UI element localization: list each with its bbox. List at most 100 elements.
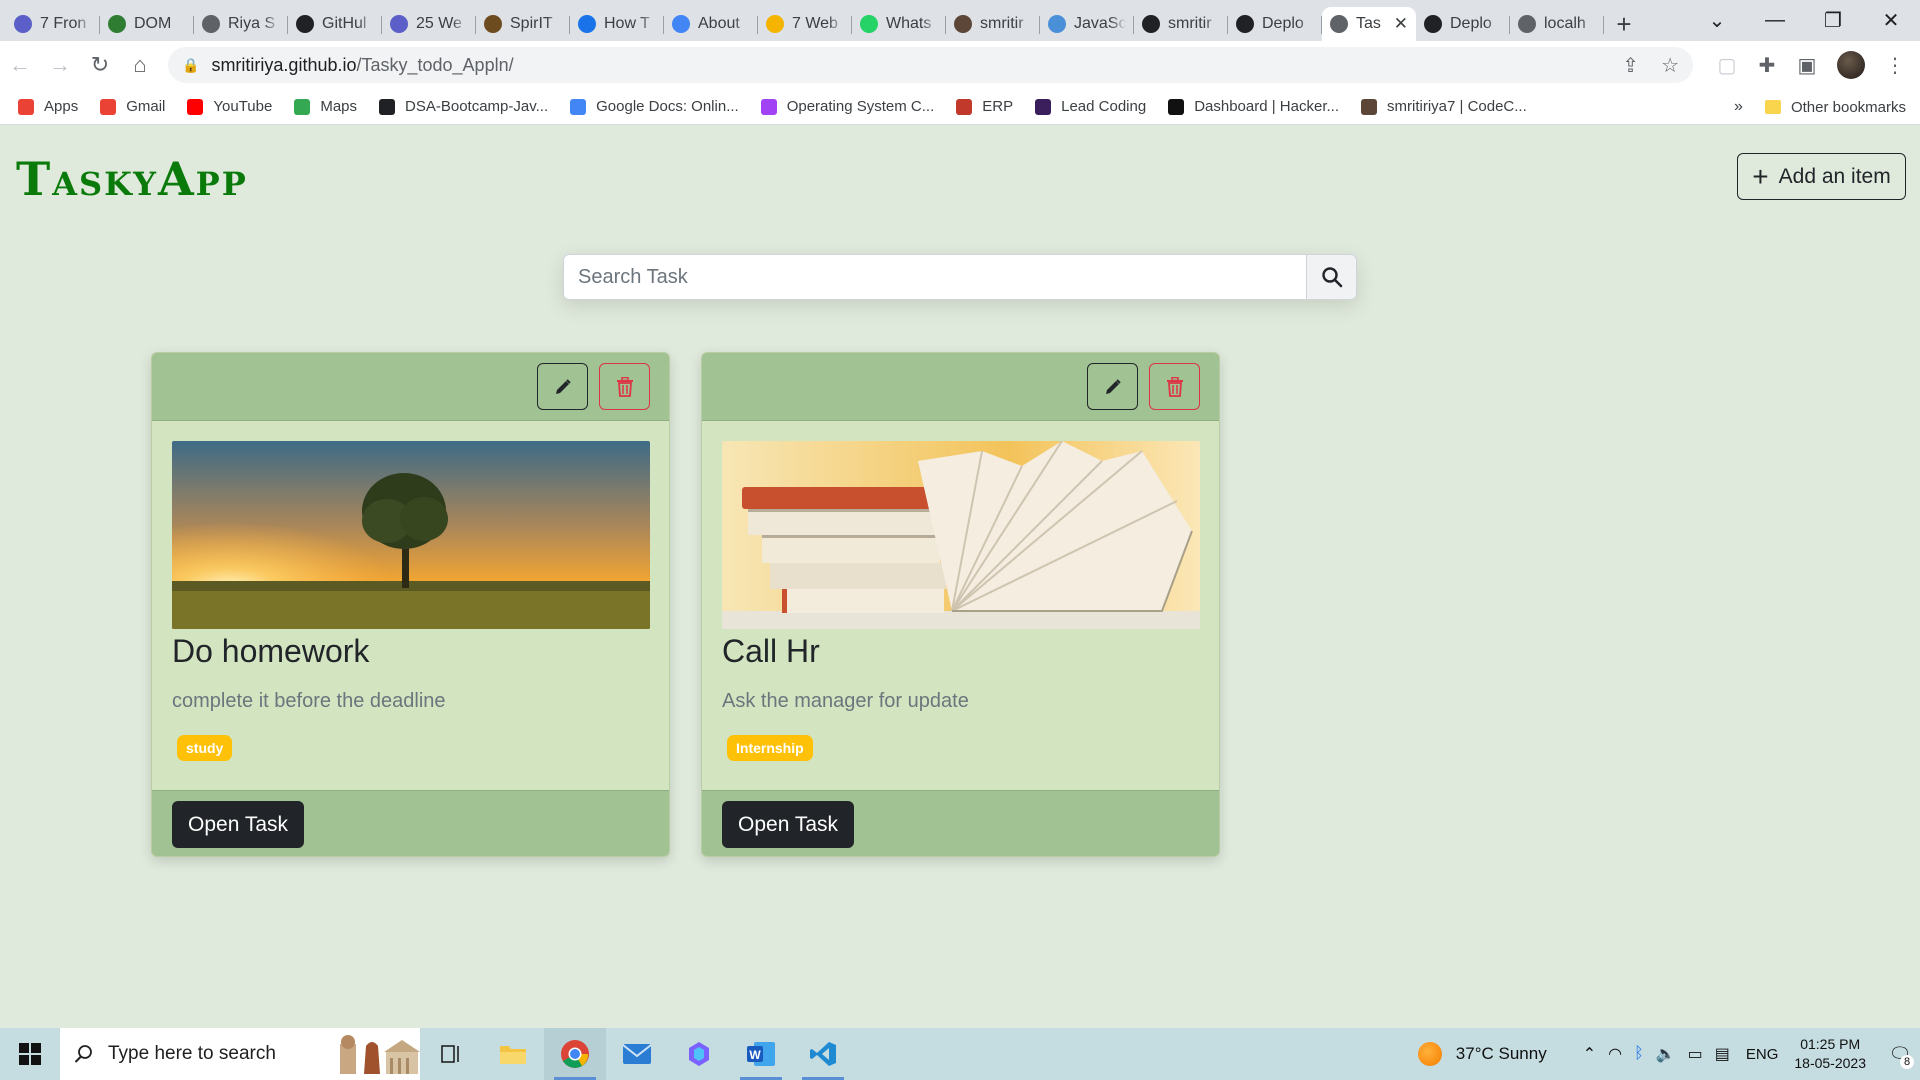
edit-button[interactable] (1087, 363, 1138, 410)
home-button[interactable]: ⌂ (120, 45, 160, 85)
browser-tab[interactable]: About (664, 7, 758, 41)
minimize-button[interactable]: — (1746, 9, 1804, 32)
more-bookmarks-icon[interactable]: » (1734, 98, 1743, 116)
browser-tab[interactable]: Riya S (194, 7, 288, 41)
browser-tab[interactable]: Tas ✕ (1322, 7, 1416, 41)
bookmark-item[interactable]: Maps (294, 98, 357, 115)
browser-tab[interactable]: JavaSc (1040, 7, 1134, 41)
tab-title: About (698, 15, 740, 32)
bookmark-item[interactable]: Operating System C... (760, 98, 934, 115)
browser-tab[interactable]: Whats (852, 7, 946, 41)
bookmark-item[interactable]: DSA-Bootcamp-Jav... (379, 98, 548, 115)
extension-icon[interactable]: ▢ (1707, 53, 1747, 78)
browser-tab[interactable]: GitHul (288, 7, 382, 41)
tab-title: JavaSc (1074, 15, 1126, 32)
close-window-button[interactable]: ✕ (1862, 8, 1920, 33)
tab-title: 7 Web (792, 15, 838, 32)
close-tab-icon[interactable]: ✕ (1394, 14, 1408, 34)
bookmark-item[interactable]: Gmail (100, 98, 165, 115)
tab-title: Deplo (1262, 15, 1304, 32)
task-view-icon[interactable] (420, 1028, 482, 1080)
bookmark-item[interactable]: YouTube (187, 98, 272, 115)
youtube-icon (187, 98, 204, 115)
delete-button[interactable] (599, 363, 650, 410)
search-button[interactable] (1306, 254, 1357, 300)
search-icon (74, 1045, 92, 1063)
word-icon[interactable]: W (730, 1028, 792, 1080)
other-bookmarks[interactable]: Other bookmarks (1764, 99, 1906, 116)
browser-tab[interactable]: Deplo (1416, 7, 1510, 41)
bookmark-item[interactable]: Dashboard | Hacker... (1168, 98, 1339, 115)
bookmark-star-icon[interactable]: ☆ (1661, 53, 1679, 78)
notification-icon[interactable]: 🗨 8 (1880, 1044, 1920, 1069)
weather-sun-icon[interactable] (1417, 1042, 1442, 1066)
share-icon[interactable]: ⇪ (1622, 53, 1639, 78)
windows-icon (19, 1043, 41, 1065)
bookmark-item[interactable]: Apps (18, 98, 78, 115)
vscode-icon[interactable] (792, 1028, 854, 1080)
task-card: Call Hr Ask the manager for update Inter… (701, 352, 1220, 857)
battery-icon[interactable]: ▭ (1688, 1044, 1703, 1064)
lock-icon[interactable]: 🔒 (182, 57, 199, 74)
open-task-button[interactable]: Open Task (722, 801, 855, 848)
bookmark-item[interactable]: smritiriya7 | CodeC... (1361, 98, 1527, 115)
svg-text:W: W (749, 1048, 761, 1062)
task-image (172, 441, 650, 629)
taskbar-search[interactable]: Type here to search (60, 1028, 420, 1080)
add-item-label: Add an item (1778, 164, 1891, 188)
browser-tab[interactable]: smritir (946, 7, 1040, 41)
open-task-button[interactable]: Open Task (172, 801, 305, 848)
profile-avatar[interactable] (1837, 51, 1865, 79)
browser-tab[interactable]: smritir (1134, 7, 1228, 41)
puzzle-icon[interactable]: ✚ (1747, 53, 1787, 78)
language-indicator[interactable]: ENG (1746, 1046, 1779, 1063)
browser-tab[interactable]: 7 Web (758, 7, 852, 41)
bookmark-item[interactable]: Google Docs: Onlin... (570, 98, 739, 115)
github-icon (296, 15, 314, 33)
browser-tab[interactable]: How T (570, 7, 664, 41)
side-panel-icon[interactable]: ▣ (1787, 53, 1827, 78)
back-button[interactable]: ← (0, 45, 40, 85)
tab-title: How T (604, 15, 650, 32)
book-icon (484, 15, 502, 33)
bookmark-item[interactable]: ERP (956, 98, 1013, 115)
chevron-up-icon[interactable]: ⌃ (1583, 1044, 1596, 1064)
chrome-icon[interactable] (544, 1028, 606, 1080)
bookmark-label: Gmail (126, 98, 166, 115)
menu-kebab-icon[interactable]: ⋮ (1875, 53, 1915, 78)
volume-icon[interactable]: 🔈 (1656, 1044, 1676, 1064)
tab-search-icon[interactable]: ⌄ (1688, 8, 1746, 33)
tab-title: smritir (980, 15, 1024, 32)
mail-app-icon[interactable] (606, 1028, 668, 1080)
bookmark-label: Apps (44, 98, 79, 115)
weather-text[interactable]: 37°C Sunny (1456, 1044, 1547, 1064)
new-tab-button[interactable]: + (1604, 7, 1644, 41)
browser-tab[interactable]: 7 Fron (6, 7, 100, 41)
clock[interactable]: 01:25 PM 18-05-2023 (1794, 1035, 1866, 1073)
task-tag-badge: study (177, 735, 233, 761)
reload-button[interactable]: ↻ (80, 45, 120, 85)
card-body: Do homework complete it before the deadl… (152, 421, 669, 790)
browser-tab[interactable]: DOM (100, 7, 194, 41)
tab-title: Deplo (1450, 15, 1492, 32)
browser-tab[interactable]: localh (1510, 7, 1604, 41)
browser-tab[interactable]: Deplo (1228, 7, 1322, 41)
bookmark-icon (390, 15, 408, 33)
bluetooth-icon[interactable]: ᛒ (1634, 1045, 1644, 1063)
file-explorer-icon[interactable] (482, 1028, 544, 1080)
wifi-icon[interactable]: ◠ (1608, 1044, 1622, 1064)
copilot-app-icon[interactable] (668, 1028, 730, 1080)
display-icon[interactable]: ▤ (1715, 1044, 1730, 1064)
edit-button[interactable] (537, 363, 588, 410)
delete-button[interactable] (1149, 363, 1200, 410)
url-field[interactable]: 🔒 smritiriya.github.io/Tasky_todo_Appln/… (168, 47, 1693, 83)
browser-tab[interactable]: SpirIT (476, 7, 570, 41)
forward-button[interactable]: → (40, 45, 80, 85)
restore-button[interactable]: ❐ (1804, 8, 1862, 33)
bookmark-item[interactable]: Lead Coding (1035, 98, 1146, 115)
pencil-icon (1105, 378, 1121, 394)
search-input[interactable] (563, 254, 1306, 300)
browser-tab[interactable]: 25 We (382, 7, 476, 41)
start-button[interactable] (0, 1028, 60, 1080)
add-item-button[interactable]: + Add an item (1737, 153, 1906, 200)
